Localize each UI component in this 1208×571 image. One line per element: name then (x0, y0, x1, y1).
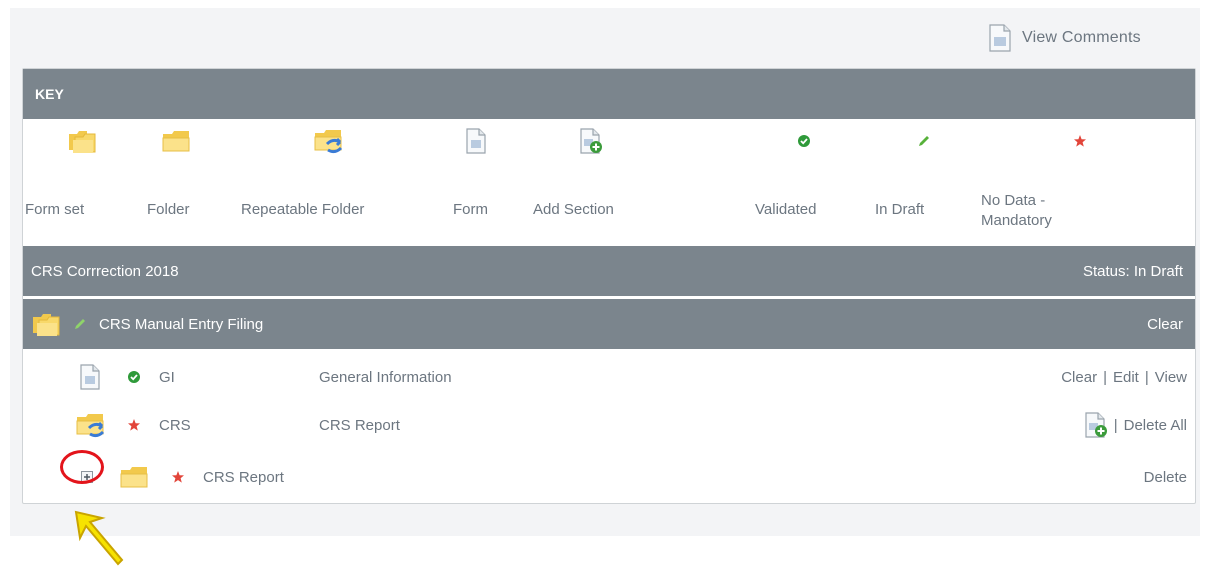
repeatable-folder-icon (76, 414, 105, 438)
folder-icon (120, 467, 148, 488)
filing-status: Status: In Draft (1082, 262, 1183, 280)
key-header: KEY (23, 69, 1195, 119)
row-description: CRS Report (319, 416, 400, 434)
key-label-no-data-mandatory: No Data - Mandatory (981, 192, 1052, 229)
pencil-icon (75, 319, 85, 329)
edit-link[interactable]: Edit (1113, 369, 1139, 386)
key-no-data-mandatory (1073, 127, 1087, 155)
filing-header: CRS Corrrection 2018 Status: In Draft (23, 246, 1195, 296)
clear-link[interactable]: Clear (1061, 369, 1097, 386)
separator: | (1103, 368, 1107, 386)
row-actions: | Delete All (1084, 412, 1187, 438)
key-validated (797, 127, 811, 155)
star-icon (1074, 135, 1086, 147)
key-label-form-set: Form set (25, 201, 85, 218)
repeatable-folder-icon (314, 130, 343, 154)
key-form (465, 127, 487, 155)
row-code[interactable]: GI (159, 369, 175, 386)
key-label-in-draft: In Draft (875, 201, 925, 218)
check-icon (128, 371, 140, 383)
table-row: GI General Information Clear | Edit | Vi… (23, 350, 1195, 404)
key-label-add-section: Add Section (533, 201, 614, 218)
star-icon (172, 471, 184, 483)
check-icon (798, 135, 810, 147)
key-repeatable-folder (313, 127, 345, 155)
key-label-folder: Folder (147, 201, 190, 218)
row-description: General Information (319, 368, 452, 386)
row-code[interactable]: CRS (159, 417, 191, 434)
key-add-section (579, 127, 603, 155)
folder-icon (162, 131, 190, 152)
form-icon (466, 128, 486, 154)
key-in-draft (917, 127, 931, 155)
filing-title: CRS Corrrection 2018 (31, 262, 179, 280)
key-label-repeatable-folder: Repeatable Folder (241, 201, 365, 218)
key-folder (161, 127, 191, 155)
pencil-icon (919, 136, 929, 146)
document-icon (989, 24, 1011, 52)
row-actions: Clear | Edit | View (1061, 369, 1187, 386)
form-set-header[interactable]: CRS Manual Entry Filing Clear (23, 299, 1195, 349)
key-label-form: Form (453, 201, 488, 218)
row-code[interactable]: CRS Report (203, 469, 284, 486)
form-set-icon (33, 314, 60, 336)
highlight-circle (60, 450, 104, 484)
key-form-set (67, 127, 97, 155)
separator: | (1113, 416, 1118, 434)
form-icon (80, 364, 100, 390)
delete-link[interactable]: Delete (1144, 469, 1187, 486)
form-set-name: CRS Manual Entry Filing (99, 315, 264, 333)
row-actions: Delete (1144, 469, 1187, 486)
star-icon (128, 419, 140, 431)
view-link[interactable]: View (1155, 369, 1187, 386)
table-row: CRS Report Delete (23, 450, 1195, 504)
table-row: CRS CRS Report | Delete All (23, 398, 1195, 452)
filing-panel: KEY Form set Folder Repeatable Folder Fo… (22, 68, 1196, 504)
add-section-icon (580, 128, 602, 154)
form-set-icon (69, 131, 96, 153)
view-comments-link[interactable]: View Comments (988, 24, 1141, 52)
delete-all-link[interactable]: Delete All (1124, 417, 1187, 434)
add-section-icon[interactable] (1084, 412, 1108, 438)
separator: | (1144, 368, 1149, 386)
key-title: KEY (35, 86, 64, 102)
annotation-arrow-icon (74, 510, 124, 566)
key-label-validated: Validated (755, 201, 817, 218)
form-set-clear-link[interactable]: Clear (1147, 316, 1183, 333)
view-comments-label: View Comments (1022, 29, 1141, 46)
